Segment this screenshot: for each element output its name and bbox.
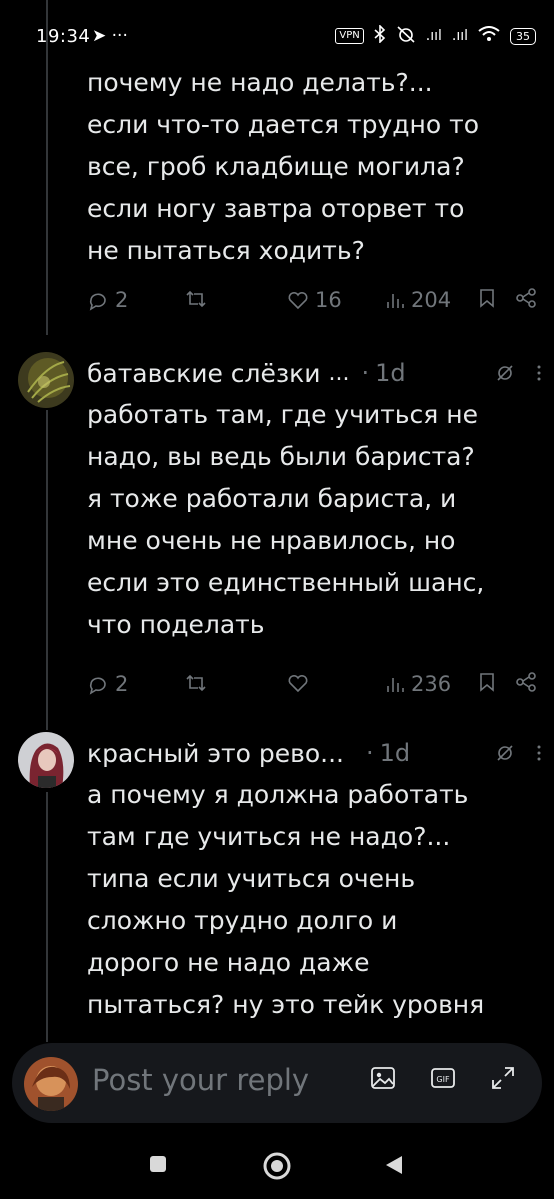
wifi-icon bbox=[478, 26, 500, 46]
post-header: батавские слёзки ... · 1d bbox=[87, 352, 542, 394]
home-button[interactable] bbox=[261, 1150, 293, 1186]
repost-button[interactable] bbox=[185, 672, 207, 694]
reply-icon bbox=[89, 677, 106, 695]
alarm-off-icon bbox=[396, 25, 416, 47]
signal-icon-2: .ııl bbox=[451, 28, 468, 44]
gif-icon[interactable]: GIF bbox=[430, 1065, 456, 1095]
reply-icon bbox=[89, 293, 106, 311]
header-icons bbox=[496, 744, 542, 762]
grok-icon[interactable] bbox=[496, 744, 514, 762]
back-button[interactable] bbox=[384, 1154, 404, 1180]
reply-count: 2 bbox=[115, 672, 129, 696]
repost-button[interactable] bbox=[185, 288, 207, 310]
views-icon bbox=[387, 678, 404, 692]
separator-dot: · bbox=[365, 739, 374, 767]
reply-composer[interactable]: Post your reply GIF bbox=[12, 1043, 542, 1123]
reply-count: 2 bbox=[115, 288, 129, 312]
gif-label: GIF bbox=[436, 1075, 450, 1084]
more-icon[interactable] bbox=[536, 364, 542, 382]
recents-button[interactable] bbox=[148, 1154, 168, 1178]
post[interactable]: почему не надо делать?... если что-то да… bbox=[0, 62, 554, 352]
reply-button[interactable]: 2 bbox=[87, 672, 128, 696]
post-actions: 2 16 204 bbox=[87, 288, 542, 318]
bookmark-icon bbox=[480, 673, 494, 692]
share-icon bbox=[516, 288, 536, 308]
vpn-icon: VPN bbox=[335, 28, 364, 44]
like-count: 16 bbox=[315, 288, 342, 312]
repost-icon bbox=[186, 674, 206, 692]
expand-icon[interactable] bbox=[490, 1065, 516, 1095]
share-button[interactable] bbox=[515, 288, 537, 308]
post-text: а почему я должна работать там где учить… bbox=[87, 780, 485, 1019]
like-button[interactable] bbox=[287, 672, 309, 694]
user-avatar bbox=[24, 1057, 78, 1111]
share-icon bbox=[516, 672, 536, 692]
status-right-icons: VPN .ııl .ııl 35 bbox=[335, 24, 536, 47]
post-actions: 2 236 bbox=[87, 672, 542, 702]
reply-tools: GIF bbox=[370, 1065, 516, 1095]
status-left-icons: ➤ ··· bbox=[92, 26, 128, 46]
bookmark-icon bbox=[480, 289, 494, 308]
more-icon[interactable] bbox=[536, 744, 542, 762]
grok-icon[interactable] bbox=[496, 364, 514, 382]
avatar[interactable] bbox=[18, 352, 74, 408]
separator-dot: · bbox=[361, 359, 370, 387]
reply-button[interactable]: 2 bbox=[87, 288, 128, 312]
views-icon bbox=[387, 294, 404, 308]
views-button[interactable]: 204 bbox=[385, 288, 451, 312]
signal-icon-1: .ııl bbox=[425, 28, 442, 44]
post-header: красный это рево... · 1d bbox=[87, 732, 542, 774]
views-count: 204 bbox=[411, 288, 452, 312]
author-more: ... bbox=[328, 360, 350, 386]
header-icons bbox=[496, 364, 542, 382]
status-time: 19:34 bbox=[36, 26, 91, 47]
system-nav-bar bbox=[0, 1132, 554, 1199]
share-button[interactable] bbox=[515, 672, 537, 692]
reply-input[interactable]: Post your reply bbox=[92, 1063, 309, 1097]
post-text: работать там, где учиться не надо, вы ве… bbox=[87, 400, 485, 639]
heart-icon bbox=[288, 674, 308, 693]
like-button[interactable]: 16 bbox=[287, 288, 342, 312]
repost-icon bbox=[186, 290, 206, 308]
bookmark-button[interactable] bbox=[479, 672, 495, 692]
battery-icon: 35 bbox=[510, 27, 536, 45]
views-count: 236 bbox=[411, 672, 452, 696]
post-time[interactable]: 1d bbox=[375, 359, 406, 387]
image-icon[interactable] bbox=[370, 1065, 396, 1095]
heart-icon bbox=[288, 291, 308, 310]
post[interactable]: батавские слёзки ... · 1d работать там, … bbox=[0, 352, 554, 732]
post-time[interactable]: 1d bbox=[380, 739, 411, 767]
avatar[interactable] bbox=[18, 732, 74, 788]
bluetooth-icon bbox=[374, 24, 386, 47]
author-name[interactable]: красный это рево... bbox=[87, 739, 344, 768]
bookmark-button[interactable] bbox=[479, 288, 495, 308]
post[interactable]: красный это рево... · 1d а почему я долж… bbox=[0, 732, 554, 1042]
author-name[interactable]: батавские слёзки bbox=[87, 359, 321, 388]
post-text: почему не надо делать?... если что-то да… bbox=[87, 68, 479, 265]
views-button[interactable]: 236 bbox=[385, 672, 451, 696]
